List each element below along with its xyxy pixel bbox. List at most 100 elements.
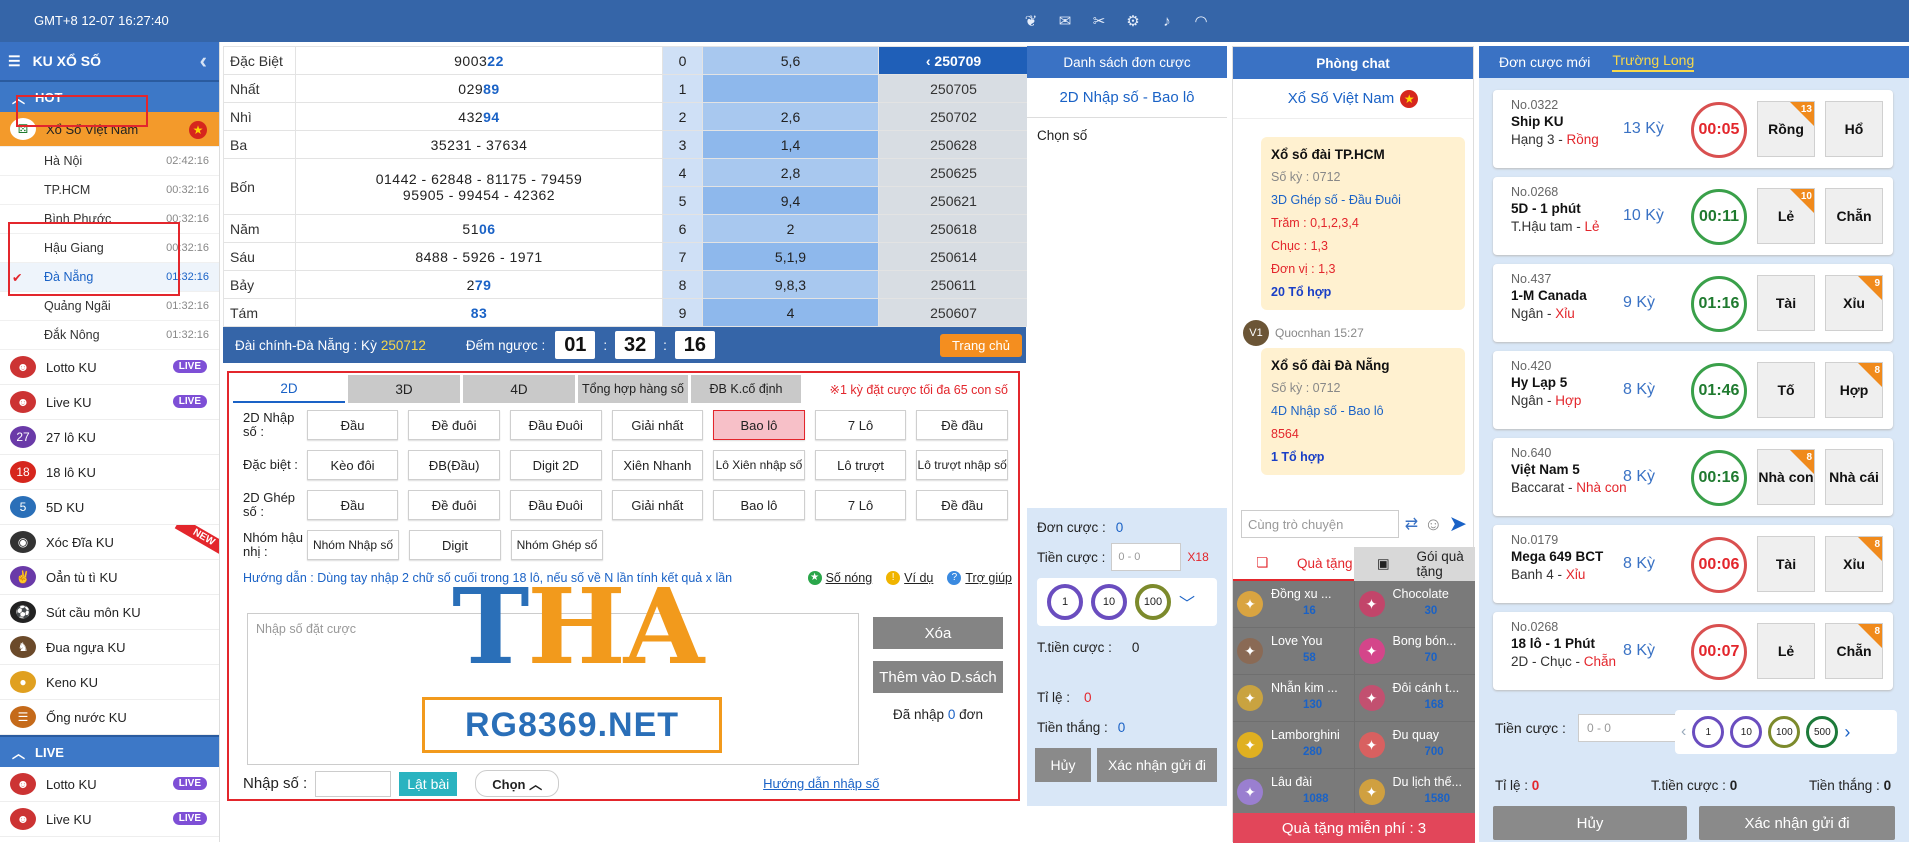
cancel-button[interactable]: Hủy xyxy=(1493,806,1687,840)
chip-10[interactable]: 10 xyxy=(1730,716,1763,748)
sidebar-item-game[interactable]: ☰ Ống nước KU xyxy=(0,700,219,735)
hot-numbers-link[interactable]: ★ Số nóng xyxy=(807,571,872,585)
tab-4[interactable]: ĐB K.cố định xyxy=(691,375,801,403)
sidebar-item-game[interactable]: 27 27 lô KU xyxy=(0,420,219,455)
sidebar-item-game[interactable]: ♞ Đua ngựa KU xyxy=(0,630,219,665)
chat-input[interactable]: Cùng trò chuyện xyxy=(1241,510,1399,538)
option-button[interactable]: Lẻ 10 xyxy=(1757,188,1815,244)
emoji-icon[interactable]: ☺ xyxy=(1424,514,1442,535)
round-id[interactable]: 250702 xyxy=(878,102,1029,131)
round-id[interactable]: 250628 xyxy=(878,130,1029,159)
bet-type-button[interactable]: Bao lô xyxy=(713,490,805,520)
gift-item[interactable]: ✦ Bong bón... 70 xyxy=(1354,628,1475,674)
round-id[interactable]: 250621 xyxy=(878,186,1029,215)
bet-amount-input[interactable]: 0 - 0 xyxy=(1111,543,1182,571)
gift-item[interactable]: ✦ Đôi cánh t... 168 xyxy=(1354,675,1475,721)
option-button[interactable]: Tố xyxy=(1757,362,1815,418)
mail-icon[interactable]: ✉ xyxy=(1054,11,1076,31)
chevron-left-icon[interactable]: ‹ xyxy=(1681,723,1686,741)
round-id[interactable]: 250618 xyxy=(878,214,1029,243)
round-id[interactable]: 250611 xyxy=(878,270,1029,299)
bet-type-button[interactable]: Đầu Đuôi xyxy=(509,410,602,440)
volume-icon[interactable]: ♪ xyxy=(1156,11,1178,31)
option-button[interactable]: Nhà cái xyxy=(1825,449,1883,505)
bet-type-button[interactable]: Digit xyxy=(409,530,501,560)
gift-item[interactable]: ✦ Lâu đài 1088 xyxy=(1233,769,1354,815)
option-button[interactable]: Chẵn xyxy=(1825,188,1883,244)
bet-type-button[interactable]: Nhóm Ghép số xyxy=(511,530,603,560)
bet-type-button[interactable]: Đề đuôi xyxy=(408,490,500,520)
region-item[interactable]: Hà Nội 02:42:16 xyxy=(0,147,219,176)
option-button[interactable]: Nhà con 8 xyxy=(1757,449,1815,505)
option-button[interactable]: Tài xyxy=(1757,275,1815,331)
bet-type-button[interactable]: Đề đuôi xyxy=(408,410,500,440)
chip-500[interactable]: 500 xyxy=(1806,716,1839,748)
bet-type-button[interactable]: Bao lô xyxy=(713,410,805,440)
confirm-button[interactable]: Xác nhận gửi đi xyxy=(1097,748,1217,782)
clear-button[interactable]: Xóa xyxy=(873,617,1003,649)
confirm-button[interactable]: Xác nhận gửi đi xyxy=(1699,806,1895,840)
gift-item[interactable]: ✦ Đồng xu ... 16 xyxy=(1233,581,1354,627)
send-icon[interactable]: ➤ xyxy=(1449,511,1467,537)
bet-type-button[interactable]: Lô trượt nhập số xyxy=(916,450,1008,480)
option-button[interactable]: Hợp 8 xyxy=(1825,362,1883,418)
sidebar-item-game[interactable]: ☻ Live KU LIVE xyxy=(0,802,219,837)
gift-icon[interactable]: ❦ xyxy=(1020,11,1042,31)
tab-1[interactable]: 3D xyxy=(348,375,460,403)
gift-item[interactable]: ✦ Du lịch thế... 1580 xyxy=(1354,769,1475,815)
help-link[interactable]: ? Trợ giúp xyxy=(947,571,1012,585)
section-live[interactable]: ︿ LIVE xyxy=(0,735,219,767)
sidebar-item-game[interactable]: ✌ Oẳn tù tì KU xyxy=(0,560,219,595)
wifi-icon[interactable]: ◠ xyxy=(1190,11,1212,31)
bet-type-button[interactable]: Giải nhất xyxy=(611,490,704,520)
sidebar-item-game[interactable]: ☻ Lotto KU LIVE xyxy=(0,350,219,385)
bet-type-button[interactable]: Lô Xiên nhập số xyxy=(713,450,805,480)
cancel-button[interactable]: Hủy xyxy=(1035,748,1091,782)
tab-gift-packs[interactable]: ▣ Gói quà tặng xyxy=(1354,547,1475,581)
bet-type-button[interactable]: ĐB(Đầu) xyxy=(408,450,500,480)
sidebar-item-game[interactable]: ◉ Xóc Đĩa KU NEW xyxy=(0,525,219,560)
bet-type-button[interactable]: Đề đầu xyxy=(916,410,1008,440)
bet-number-textarea[interactable]: Nhập số đặt cược xyxy=(247,613,859,765)
sidebar-item-game[interactable]: ☻ Lotto KU LIVE xyxy=(0,767,219,802)
bet-type-button[interactable]: Xiên Nhanh xyxy=(611,450,704,480)
bet-type-button[interactable]: Giải nhất xyxy=(611,410,704,440)
chip-1[interactable]: 1 xyxy=(1047,584,1083,620)
gift-item[interactable]: ✦ Chocolate 30 xyxy=(1354,581,1475,627)
chip-100[interactable]: 100 xyxy=(1768,716,1801,748)
round-id[interactable]: 250705 xyxy=(878,74,1029,103)
sidebar-item-game[interactable]: ⚽ Sút cầu môn KU xyxy=(0,595,219,630)
gift-item[interactable]: ✦ Love You 58 xyxy=(1233,628,1354,674)
sidebar-item-game[interactable]: ☻ Live KU LIVE xyxy=(0,385,219,420)
option-button[interactable]: Xỉu 9 xyxy=(1825,275,1883,331)
sidebar-item-game[interactable]: ● Keno KU xyxy=(0,665,219,700)
round-id[interactable]: 250614 xyxy=(878,242,1029,271)
region-item[interactable]: TP.HCM 00:32:16 xyxy=(0,176,219,205)
option-button[interactable]: Tài xyxy=(1757,536,1815,592)
bet-type-button[interactable]: Đầu xyxy=(306,410,399,440)
option-button[interactable]: Chẵn 8 xyxy=(1825,623,1883,679)
choose-dropdown[interactable]: Chọn ︿ xyxy=(475,770,560,797)
tab-long-streak[interactable]: Trường Long xyxy=(1612,52,1695,72)
example-link[interactable]: ! Ví dụ xyxy=(886,571,933,585)
chevron-right-icon[interactable]: › xyxy=(1844,722,1850,743)
round-id[interactable]: ‹ 250709 xyxy=(878,46,1029,75)
tab-3[interactable]: Tổng hợp hàng số xyxy=(578,375,688,403)
bet-type-button[interactable]: Lô trượt xyxy=(814,450,907,480)
tab-new-bets[interactable]: Đơn cược mới xyxy=(1499,54,1590,70)
collapse-icon[interactable]: ‹ xyxy=(200,48,207,74)
option-button[interactable]: Xỉu 8 xyxy=(1825,536,1883,592)
gear-icon[interactable]: ⚙ xyxy=(1122,11,1144,31)
bet-type-button[interactable]: 7 Lô xyxy=(814,490,907,520)
gift-item[interactable]: ✦ Nhẫn kim ... 130 xyxy=(1233,675,1354,721)
add-to-list-button[interactable]: Thêm vào D.sách xyxy=(873,661,1003,693)
chip-100[interactable]: 100 xyxy=(1135,584,1171,620)
chat-room[interactable]: Xổ Số Việt Nam ★ xyxy=(1233,79,1473,119)
tab-0[interactable]: 2D xyxy=(233,375,345,403)
bet-type-button[interactable]: Đầu Đuôi xyxy=(509,490,602,520)
region-item[interactable]: Đắk Nông 01:32:16 xyxy=(0,321,219,350)
input-guide-link[interactable]: Hướng dẫn nhập số xyxy=(763,776,879,791)
free-gift-bar[interactable]: Quà tặng miễn phí : 3 xyxy=(1233,813,1475,843)
chevron-down-icon[interactable]: ﹀ xyxy=(1179,590,1195,614)
menu-icon[interactable]: ☰ xyxy=(8,53,21,70)
